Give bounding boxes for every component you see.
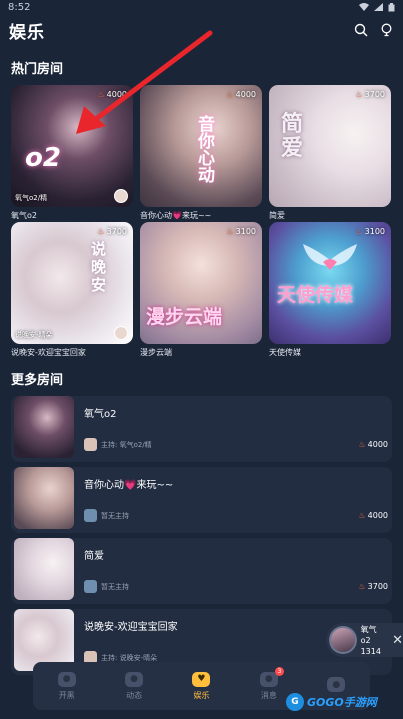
host-avatar (114, 326, 128, 340)
tab-yule[interactable]: ♥ 娱乐 (181, 671, 221, 701)
gamepad-icon: ● (57, 671, 76, 687)
room-name: 漫步云端 (140, 348, 172, 357)
flame-icon: ♨ (358, 440, 366, 449)
profile-icon: ● (327, 677, 346, 692)
heat-badge: ♨ 3100 (355, 227, 385, 236)
host-avatar (84, 438, 97, 451)
flame-icon: ♨ (358, 582, 366, 591)
room-name: 氧气o2 (84, 409, 117, 420)
heat-badge: ♨ 3700 (358, 582, 388, 591)
search-icon[interactable] (354, 23, 368, 37)
host-label: 主持: 说晚安-晴朵 (101, 653, 158, 662)
room-thumbnail (14, 396, 74, 458)
heat-badge: ♨ 4000 (358, 511, 388, 520)
hot-room-card[interactable]: 漫步云端 ♨ 3100 漫步云端 (140, 222, 262, 359)
flame-icon: ♨ (226, 227, 234, 236)
heat-badge: ♨ 3700 (97, 227, 127, 236)
flame-icon: ♨ (226, 90, 234, 99)
room-overlay-text: 说晚安 (91, 240, 107, 294)
heat-badge: ♨ 3100 (226, 227, 256, 236)
hot-room-card[interactable]: 简爱 ♨ 3700 简爱 (269, 85, 391, 222)
hot-room-card[interactable]: o2 ♨ 4000 氧气o2/精 氧气o2 (11, 85, 133, 222)
heart-icon: ♥ (192, 671, 211, 687)
room-name: 音你心动💗来玩~~ (140, 211, 212, 220)
room-thumbnail (14, 538, 74, 600)
hot-section-title: 热门房间 (11, 62, 64, 77)
more-section-title: 更多房间 (11, 373, 64, 388)
host-label: 暂无主持 (101, 511, 129, 520)
tab-kaihei[interactable]: ● 开黑 (47, 671, 87, 701)
room-cover: o2 ♨ 4000 氧气o2/精 (11, 85, 133, 207)
room-name: 简爱 (84, 551, 104, 562)
flame-icon: ♨ (97, 227, 105, 236)
room-subtitle: 氧气o2/精 (15, 194, 48, 202)
room-cover: 天使传媒 ♨ 3100 (269, 222, 391, 344)
room-overlay-text: 简爱 (281, 112, 304, 161)
room-name: 天使传媒 (269, 348, 301, 357)
watermark: G GOGO手游网 (286, 691, 401, 713)
hot-rooms-grid: o2 ♨ 4000 氧气o2/精 氧气o2 音你心动 ♨ 4000 音你心动💗来玩~… (0, 85, 403, 359)
watermark-text: GOGO手游网 (307, 696, 377, 709)
list-item[interactable]: 氧气o2 主持: 氧气o2/精 ♨ 4000 (11, 396, 392, 462)
room-name: 简爱 (269, 211, 285, 220)
watermark-logo: G (286, 693, 304, 711)
flame-icon: ♨ (97, 90, 105, 99)
mini-player-name: 氧气o2 (360, 624, 377, 645)
room-thumbnail (14, 467, 74, 529)
host-avatar (84, 580, 97, 593)
flame-icon: ♨ (358, 511, 366, 520)
heat-badge: ♨ 4000 (226, 90, 256, 99)
host-label: 主持: 氧气o2/精 (101, 440, 152, 449)
host-label: 暂无主持 (101, 582, 129, 591)
mini-player-id: 1314 (360, 646, 381, 656)
mini-player-avatar (329, 626, 357, 654)
room-subtitle: 说晚安-晴朵 (15, 331, 53, 339)
room-overlay-text: 天使传媒 (277, 284, 354, 306)
battery-icon (388, 2, 395, 11)
room-name: 说晚安-欢迎宝宝回家 (11, 348, 86, 357)
room-cover: 漫步云端 ♨ 3100 (140, 222, 262, 344)
host-avatar (114, 189, 128, 203)
flame-icon: ♨ (355, 227, 363, 236)
tab-dongtai[interactable]: ● 动态 (114, 671, 154, 701)
room-cover: 音你心动 ♨ 4000 (140, 85, 262, 207)
message-icon: ● 3 (259, 666, 284, 687)
room-overlay-text: o2 (25, 143, 61, 173)
top-bar: 娱乐 (0, 14, 403, 44)
lightbulb-icon[interactable] (380, 23, 393, 37)
heat-badge: ♨ 4000 (358, 440, 388, 449)
signal-icon (374, 3, 383, 11)
room-cover: 说晚安 ♨ 3700 说晚安-晴朵 (11, 222, 133, 344)
wifi-icon (359, 3, 369, 11)
tab-xiaoxi[interactable]: ● 3 消息 (249, 666, 289, 701)
hot-room-card[interactable]: 音你心动 ♨ 4000 音你心动💗来玩~~ (140, 85, 262, 222)
angel-wings-icon (303, 244, 357, 270)
page-title: 娱乐 (9, 22, 45, 43)
list-item[interactable]: 音你心动💗来玩~~ 暂无主持 ♨ 4000 (11, 467, 392, 533)
chat-icon: ● (125, 671, 144, 687)
room-name: 氧气o2 (11, 211, 37, 220)
room-name: 音你心动💗来玩~~ (84, 480, 174, 491)
room-overlay-text: 漫步云端 (146, 306, 223, 328)
mini-player[interactable]: 氧气o2 1314 ✕ (326, 623, 403, 657)
hot-room-card[interactable]: 天使传媒 ♨ 3100 天使传媒 (269, 222, 391, 359)
room-cover: 简爱 ♨ 3700 (269, 85, 391, 207)
hot-room-card[interactable]: 说晚安 ♨ 3700 说晚安-晴朵 说晚安-欢迎宝宝回家 (11, 222, 133, 359)
heat-badge: ♨ 3700 (355, 90, 385, 99)
status-bar: 8:52 (0, 0, 403, 14)
list-item[interactable]: 简爱 暂无主持 ♨ 3700 (11, 538, 392, 604)
unread-badge: 3 (274, 666, 284, 676)
heat-badge: ♨ 4000 (97, 90, 127, 99)
close-icon[interactable]: ✕ (392, 633, 403, 648)
room-overlay-text: 音你心动 (194, 115, 214, 183)
host-avatar (84, 509, 97, 522)
flame-icon: ♨ (355, 90, 363, 99)
status-time: 8:52 (8, 1, 31, 13)
